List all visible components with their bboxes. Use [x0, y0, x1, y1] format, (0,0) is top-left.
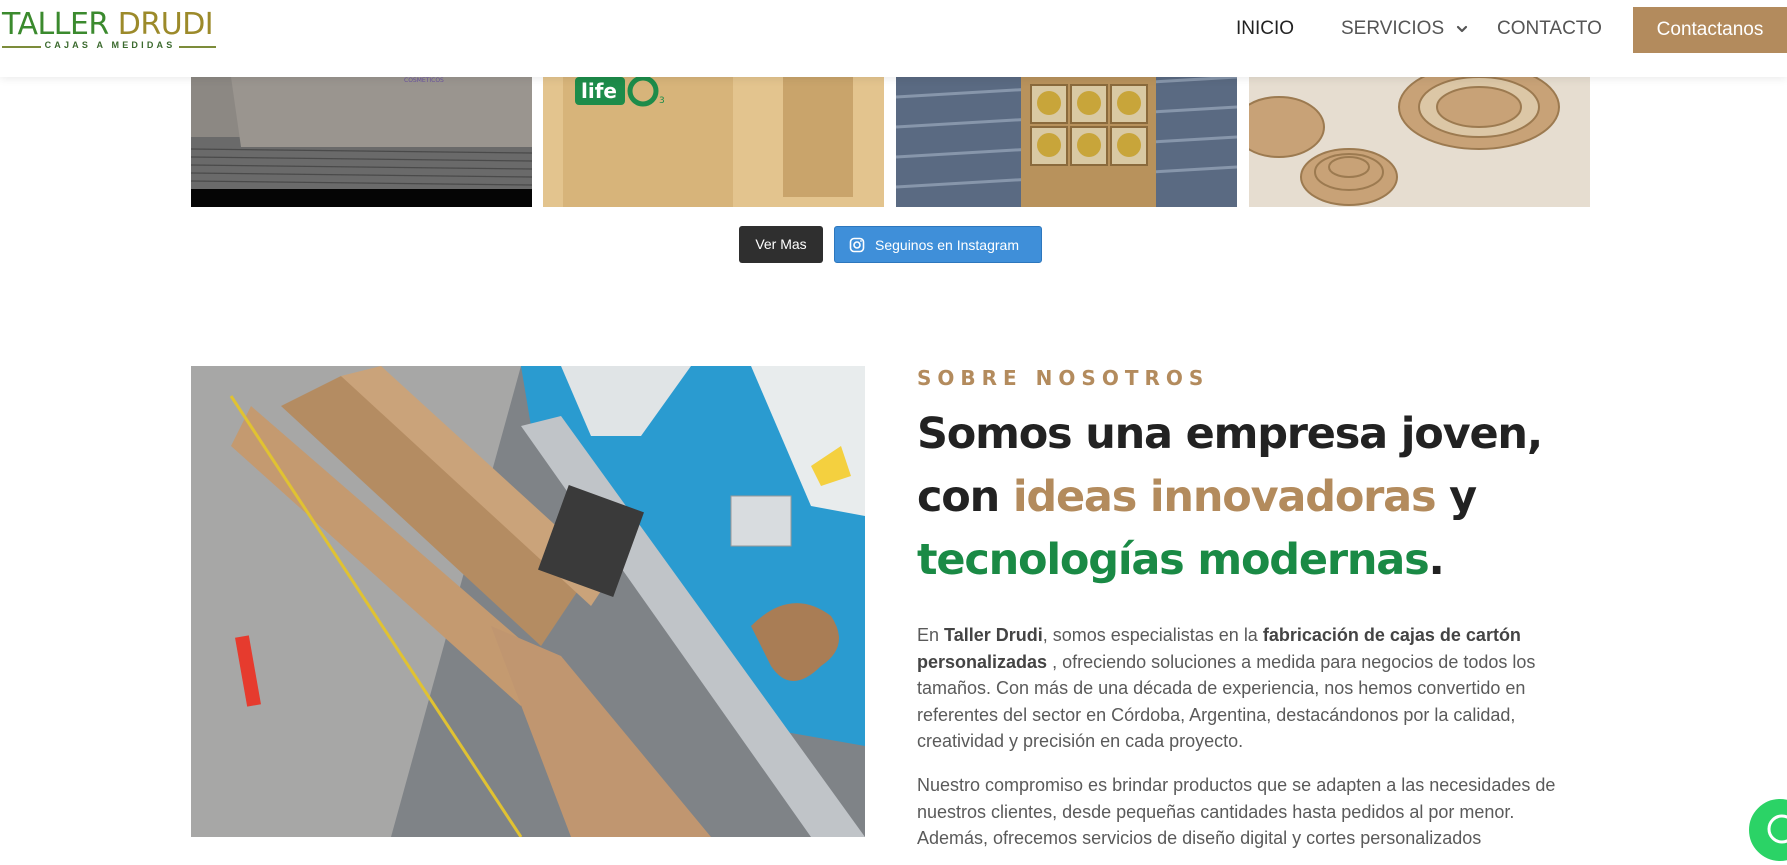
- contactanos-button[interactable]: Contactanos: [1633, 7, 1787, 53]
- about-paragraph-1: En Taller Drudi, somos especialistas en …: [917, 625, 1536, 751]
- logo-title-part2: DRUDI: [117, 7, 214, 42]
- headline-highlight-tecnologias: tecnologías modernas: [917, 535, 1430, 585]
- bold-taller-drudi: Taller Drudi: [944, 625, 1043, 645]
- nav-item-servicios-label: SERVICIOS: [1341, 18, 1445, 39]
- life-brand-text: life: [581, 79, 617, 103]
- ver-mas-button[interactable]: Ver Mas: [739, 226, 823, 263]
- gallery-tile-life-o3-box[interactable]: life 3: [543, 77, 884, 207]
- whatsapp-float-button[interactable]: [1745, 795, 1787, 865]
- life-o3-box-image: life 3: [543, 77, 884, 207]
- whatsapp-icon: [1767, 814, 1787, 844]
- jar-divider-box-image: [896, 77, 1237, 207]
- chevron-down-icon: [1457, 25, 1468, 33]
- nav-item-contacto[interactable]: CONTACTO: [1497, 17, 1602, 41]
- gallery-tile-jar-divider-box[interactable]: [896, 77, 1237, 207]
- instagram-icon: [849, 237, 865, 253]
- about-kicker: SOBRE NOSOTROS: [917, 366, 1210, 390]
- headline-part2: y: [1435, 472, 1477, 522]
- headline-end: .: [1428, 535, 1444, 585]
- site-header: TALLER DRUDI CAJAS A MEDIDAS INICIO SERV…: [0, 0, 1787, 77]
- gallery-tile-stacked-boxes[interactable]: COSMETICOS: [191, 77, 532, 207]
- logo-title-part1: TALLER: [2, 7, 118, 42]
- instagram-follow-button[interactable]: Seguinos en Instagram: [834, 226, 1042, 263]
- about-photo-cnc-machine: [191, 366, 865, 837]
- cardboard-rings-image: [1249, 77, 1590, 207]
- life-brand-sub: 3: [659, 96, 665, 106]
- about-headline: Somos una empresa joven, con ideas innov…: [917, 403, 1557, 592]
- stacked-boxes-caption: COSMETICOS: [404, 77, 444, 84]
- cnc-machine-image: [191, 366, 865, 837]
- logo-subtitle: CAJAS A MEDIDAS: [0, 40, 220, 50]
- logo[interactable]: TALLER DRUDI CAJAS A MEDIDAS: [0, 6, 220, 52]
- about-paragraph-2: Nuestro compromiso es brindar productos …: [917, 775, 1556, 848]
- nav-item-inicio[interactable]: INICIO: [1236, 17, 1294, 41]
- instagram-button-label: Seguinos en Instagram: [875, 237, 1019, 253]
- stacked-boxes-image: COSMETICOS: [191, 77, 532, 207]
- gallery-tile-cardboard-rings[interactable]: [1249, 77, 1590, 207]
- nav-item-servicios[interactable]: SERVICIOS: [1341, 17, 1469, 41]
- headline-highlight-innovadoras: ideas innovadoras: [1012, 472, 1437, 522]
- logo-title: TALLER DRUDI: [2, 7, 214, 42]
